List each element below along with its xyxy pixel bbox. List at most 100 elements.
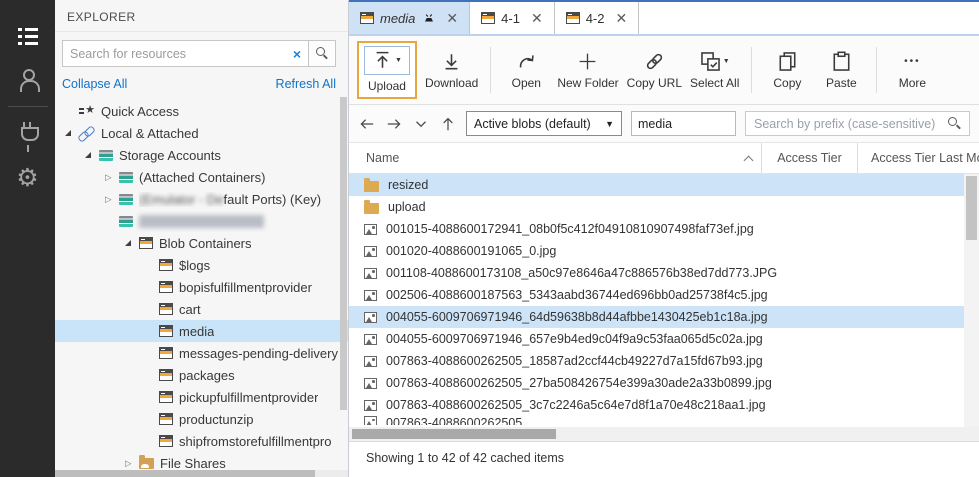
tab-close-icon[interactable]: ✕ bbox=[446, 11, 458, 25]
toolbar-button-label: New Folder bbox=[557, 76, 618, 90]
toolbar-button-download[interactable]: Download bbox=[425, 51, 478, 90]
tree-item-bopisfulfillmentprovider[interactable]: bopisfulfillmentprovider bbox=[55, 276, 348, 298]
resource-search-row: Search for resources × bbox=[62, 40, 336, 67]
tree-item-productunzip[interactable]: productunzip bbox=[55, 408, 348, 430]
toolbar-button-label: Copy URL bbox=[627, 76, 682, 90]
tree-item-logs[interactable]: $logs bbox=[55, 254, 348, 276]
tree-item-label: packages bbox=[179, 368, 235, 383]
expand-arrow-icon[interactable]: ▷ bbox=[105, 195, 119, 204]
activity-item-settings[interactable]: ⚙ bbox=[0, 155, 55, 199]
toolbar-button-label: Copy bbox=[773, 76, 801, 90]
blob-row[interactable]: 007863-4088600262505_ bbox=[349, 416, 979, 425]
column-header-access-tier-last-modified[interactable]: Access Tier Last Mo bbox=[857, 143, 979, 173]
plug-stem bbox=[27, 145, 29, 152]
nav-forward-button[interactable] bbox=[385, 115, 403, 133]
status-bar: Showing 1 to 42 of 42 cached items bbox=[349, 441, 979, 477]
tree-horizontal-scrollbar[interactable] bbox=[55, 470, 348, 477]
path-input[interactable] bbox=[631, 111, 736, 136]
folder-row[interactable]: upload bbox=[349, 196, 979, 218]
column-header-name[interactable]: Name bbox=[349, 143, 761, 173]
toolbar-button-copy[interactable]: Copy bbox=[764, 51, 810, 90]
prefix-search-placeholder: Search by prefix (case-sensitive) bbox=[754, 117, 935, 131]
scrollbar-thumb[interactable] bbox=[966, 176, 977, 240]
scrollbar-thumb[interactable] bbox=[352, 429, 556, 439]
toolbar-button-more[interactable]: •••More bbox=[889, 51, 935, 90]
resource-search-input[interactable]: Search for resources × bbox=[62, 40, 309, 67]
scrollbar-thumb[interactable] bbox=[55, 470, 315, 477]
paste-icon bbox=[831, 51, 852, 72]
collapse-arrow-icon[interactable] bbox=[85, 151, 99, 160]
panel-title: EXPLORER bbox=[55, 0, 348, 32]
tree-item-local-attached[interactable]: Local & Attached bbox=[55, 122, 348, 144]
nav-history-button[interactable] bbox=[412, 115, 430, 133]
toolbar-button-new-folder[interactable]: New Folder bbox=[557, 51, 618, 90]
folder-icon bbox=[364, 203, 379, 214]
tree-item-storage-accounts[interactable]: Storage Accounts bbox=[55, 144, 348, 166]
blob-row[interactable]: 002506-4088600187563_5343aabd36744ed696b… bbox=[349, 284, 979, 306]
tree-item-blob-containers[interactable]: Blob Containers bbox=[55, 232, 348, 254]
tree-vertical-scrollbar[interactable] bbox=[340, 97, 347, 410]
tree-item-cart[interactable]: cart bbox=[55, 298, 348, 320]
tab-label: 4-2 bbox=[586, 11, 605, 26]
keep-open-icon[interactable] bbox=[423, 13, 435, 23]
expand-arrow-icon[interactable]: ▷ bbox=[125, 459, 139, 468]
collapse-arrow-icon[interactable] bbox=[65, 129, 79, 138]
nav-back-button[interactable] bbox=[358, 115, 376, 133]
tree-item-shipfromstorefulfillmentpro[interactable]: shipfromstorefulfillmentpro bbox=[55, 430, 348, 452]
refresh-all-link[interactable]: Refresh All bbox=[276, 77, 336, 91]
blob-row[interactable]: 007863-4088600262505_27ba508426754e399a3… bbox=[349, 372, 979, 394]
blob-container-icon bbox=[159, 281, 173, 293]
tab-close-icon[interactable]: ✕ bbox=[531, 11, 543, 25]
tree-item-messages-pending-delivery[interactable]: messages-pending-delivery bbox=[55, 342, 348, 364]
nav-up-button[interactable] bbox=[439, 115, 457, 133]
activity-item-connect[interactable] bbox=[0, 111, 55, 155]
blob-row[interactable]: 007863-4088600262505_3c7c2246a5c64e7d8f1… bbox=[349, 394, 979, 416]
column-header-access-tier[interactable]: Access Tier bbox=[761, 143, 857, 173]
tree-item-pickupfulfillmentprovider[interactable]: pickupfulfillmentprovider bbox=[55, 386, 348, 408]
tree-item-item[interactable] bbox=[55, 210, 348, 232]
tree-item-packages[interactable]: packages bbox=[55, 364, 348, 386]
collapse-arrow-icon[interactable] bbox=[125, 239, 139, 248]
expand-arrow-icon[interactable]: ▷ bbox=[105, 173, 119, 182]
tree-item-quick-access[interactable]: Quick Access bbox=[55, 100, 348, 122]
blob-state-dropdown[interactable]: Active blobs (default) ▼ bbox=[466, 111, 622, 136]
toolbar-button-upload[interactable]: ▼Upload bbox=[357, 41, 417, 99]
blob-row[interactable]: 001020-4088600191065_0.jpg bbox=[349, 240, 979, 262]
blob-row[interactable]: 001015-4088600172941_08b0f5c412f04910810… bbox=[349, 218, 979, 240]
blob-name: 007863-4088600262505_ bbox=[386, 416, 529, 425]
sort-ascending-icon bbox=[744, 155, 754, 165]
collapse-all-link[interactable]: Collapse All bbox=[62, 77, 127, 91]
blob-row[interactable]: 004055-6009706971946_657e9b4ed9c04f9a9c5… bbox=[349, 328, 979, 350]
search-button[interactable] bbox=[309, 40, 336, 67]
tab-media[interactable]: media✕ bbox=[349, 2, 470, 34]
tab-close-icon[interactable]: ✕ bbox=[615, 11, 627, 25]
tree-item-media[interactable]: media bbox=[55, 320, 348, 342]
toolbar-separator bbox=[751, 47, 752, 93]
toolbar-button-paste[interactable]: Paste bbox=[818, 51, 864, 90]
blob-name: resized bbox=[388, 178, 428, 192]
clear-search-icon[interactable]: × bbox=[293, 47, 301, 61]
chevron-down-icon: ▼ bbox=[605, 119, 614, 129]
prefix-search-input[interactable]: Search by prefix (case-sensitive) bbox=[745, 111, 970, 136]
list-vertical-scrollbar[interactable] bbox=[964, 174, 979, 427]
blob-container-icon bbox=[159, 391, 173, 403]
blob-row[interactable]: 004055-6009706971946_64d59638b8d44afbbe1… bbox=[349, 306, 979, 328]
tab-4-2[interactable]: 4-2 ✕ bbox=[555, 2, 640, 34]
list-horizontal-scrollbar[interactable] bbox=[349, 427, 979, 441]
activity-item-account[interactable] bbox=[0, 58, 55, 102]
toolbar-button-select-all[interactable]: ▼Select All bbox=[690, 51, 739, 90]
tab-4-1[interactable]: 4-1✕ bbox=[470, 2, 555, 34]
folder-row[interactable]: resized bbox=[349, 174, 979, 196]
blob-row[interactable]: 001108-4088600173108_a50c97e8646a47c8865… bbox=[349, 262, 979, 284]
toolbar-button-open[interactable]: Open bbox=[503, 51, 549, 90]
tree-item-attached-containers[interactable]: ▷(Attached Containers) bbox=[55, 166, 348, 188]
blob-name: 001108-4088600173108_a50c97e8646a47c8865… bbox=[386, 266, 777, 280]
resource-tree: Quick AccessLocal & AttachedStorage Acco… bbox=[55, 100, 348, 474]
toolbar-button-copy-url[interactable]: Copy URL bbox=[627, 51, 682, 90]
tree-item-fault-ports-key[interactable]: ▷(Emulator - Default Ports) (Key) bbox=[55, 188, 348, 210]
toolbar-icon-row bbox=[644, 51, 665, 72]
toolbar-button-label: Open bbox=[512, 76, 541, 90]
image-icon bbox=[364, 356, 377, 367]
blob-row[interactable]: 007863-4088600262505_18587ad2ccf44cb4922… bbox=[349, 350, 979, 372]
activity-item-explorer[interactable] bbox=[0, 14, 55, 58]
